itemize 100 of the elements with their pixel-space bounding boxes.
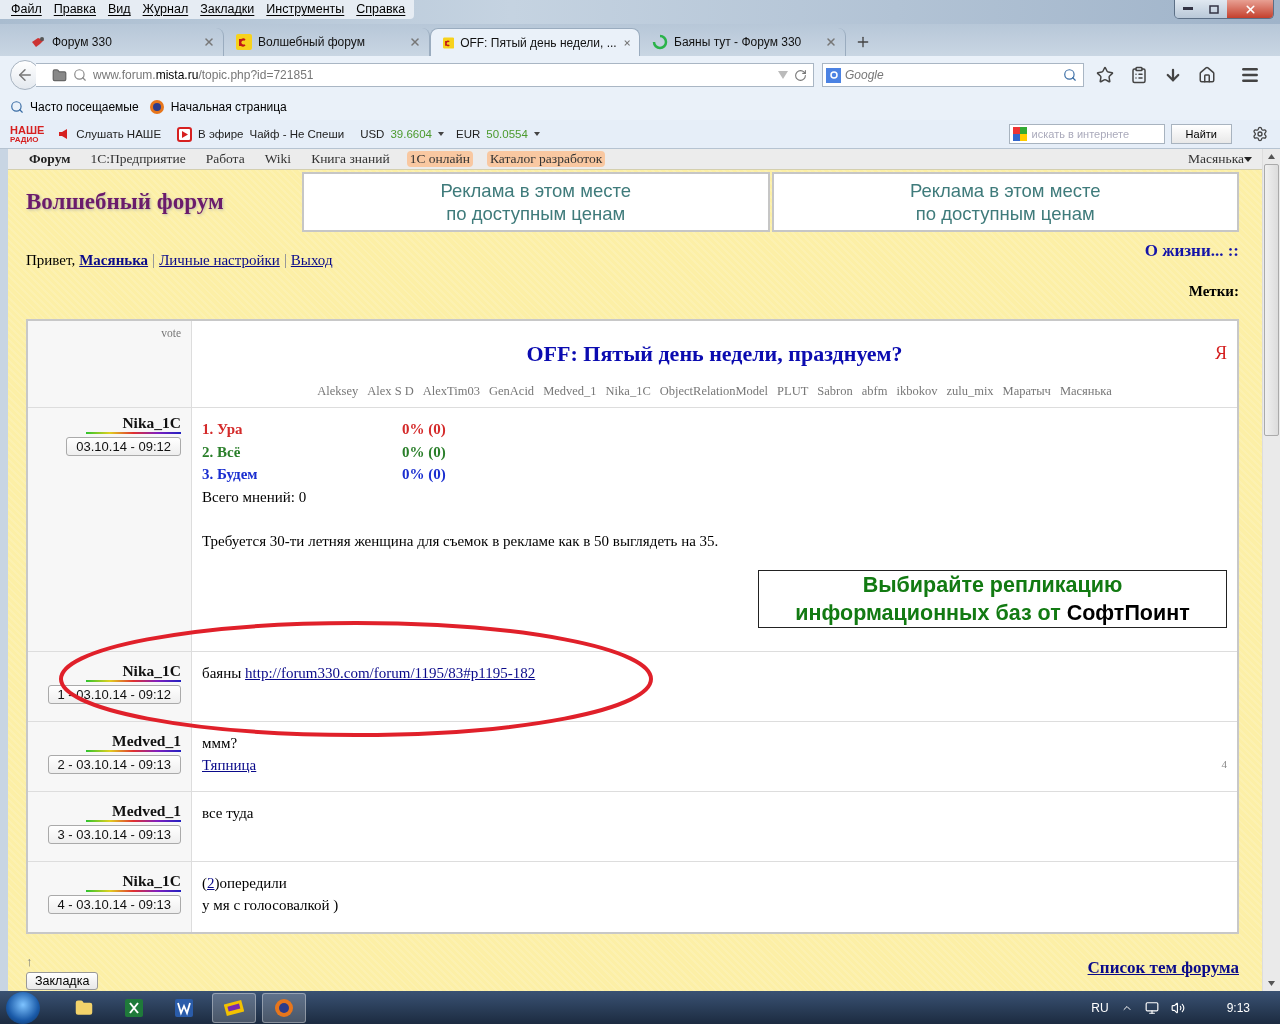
site-nav-link[interactable]: 1С онлайн	[406, 151, 473, 167]
participant-name[interactable]: ObjectRelationModel	[659, 384, 769, 399]
user-link[interactable]: Личные настройки	[159, 252, 280, 269]
post-text: )опередили	[214, 874, 287, 893]
author-name[interactable]: Nika_1C	[122, 662, 181, 680]
post-date[interactable]: 03.10.14 - 09:12	[66, 437, 181, 456]
bookmark-link[interactable]: Начальная страница	[170, 100, 287, 114]
participant-name[interactable]: ikbokov	[896, 384, 938, 399]
ad-banner[interactable]: Реклама в этом месте по доступным ценам	[302, 172, 770, 232]
site-nav-link[interactable]: 1С:Предприятие	[87, 151, 189, 167]
plus-icon	[855, 34, 871, 50]
participant-name[interactable]: Aleksey	[317, 384, 359, 399]
participant-name[interactable]: PLUT	[777, 384, 809, 399]
search-field[interactable]: Google	[822, 63, 1084, 87]
url-text: www.forum.mista.ru/topic.php?id=721851	[93, 68, 315, 82]
post-date[interactable]: 2 - 03.10.14 - 09:13	[47, 755, 181, 774]
volume-icon[interactable]	[1170, 1000, 1185, 1015]
participant-name[interactable]: Маратыч	[1002, 384, 1051, 399]
app-taskbar-icon[interactable]	[212, 992, 256, 1023]
forum-list-link[interactable]: Список тем форума	[1087, 958, 1239, 990]
ad-banner[interactable]: Выбирайте репликацию информационных баз от СофтПоинт	[758, 569, 1227, 628]
user-menu[interactable]: Масянька	[1188, 151, 1244, 167]
forum-title: Волшебный форум	[26, 189, 225, 215]
currency-name: EUR	[456, 128, 481, 140]
reload-icon[interactable]	[794, 68, 807, 82]
browser-tab[interactable]: OFF: Пятый день недели, ...	[430, 28, 640, 56]
maximize-button[interactable]	[1201, 0, 1227, 18]
site-nav-link[interactable]: Wiki	[261, 151, 295, 167]
start-button[interactable]	[6, 991, 40, 1024]
participant-name[interactable]: Medved_1	[543, 384, 597, 399]
participant-name[interactable]: GenAcid	[489, 384, 535, 399]
post-date[interactable]: 4 - 03.10.14 - 09:13	[47, 895, 181, 914]
menu-item[interactable]: Закладки	[195, 2, 260, 16]
post-link[interactable]: 2	[207, 872, 215, 894]
post-link[interactable]: Тяпница	[202, 754, 257, 776]
participant-name[interactable]: abfm	[861, 384, 888, 399]
menu-item[interactable]: Инструменты	[261, 2, 350, 16]
caret-icon[interactable]	[1244, 156, 1252, 162]
close-button[interactable]	[1227, 0, 1273, 18]
close-tab-icon[interactable]	[409, 36, 421, 48]
language-indicator[interactable]: RU	[1091, 1000, 1109, 1015]
user-link[interactable]: Выход	[290, 252, 333, 269]
username-link[interactable]: Масянька	[79, 252, 149, 269]
find-button[interactable]: Найти	[1170, 124, 1232, 144]
listen-link[interactable]: Слушать НАШЕ	[76, 128, 162, 140]
minimize-button[interactable]	[1175, 0, 1201, 18]
menu-item[interactable]: Вид	[102, 2, 136, 16]
bookmark-link[interactable]: Часто посещаемые	[30, 100, 139, 114]
tags-label: Метки:	[1188, 283, 1239, 300]
address-field[interactable]: www.forum.mista.ru/topic.php?id=721851	[36, 63, 814, 87]
dropdown-icon[interactable]	[438, 132, 444, 136]
poll-result: 0% (0)	[402, 465, 446, 484]
song-title: Чайф - Не Спеши	[249, 128, 345, 140]
participant-name[interactable]: Nika_1C	[605, 384, 651, 399]
ad-banner[interactable]: Реклама в этом месте по доступным ценам	[771, 172, 1239, 232]
scroll-up-icon[interactable]	[1268, 154, 1275, 159]
search-icon	[73, 68, 87, 82]
scrollbar[interactable]	[1262, 149, 1280, 991]
site-nav-link[interactable]: Книга знаний	[308, 151, 393, 167]
close-tab-icon[interactable]	[203, 36, 215, 48]
participant-name[interactable]: Масянька	[1059, 384, 1112, 399]
bookmark-button[interactable]: Закладка	[26, 972, 99, 990]
up-arrow-link[interactable]: ↑	[26, 954, 33, 970]
browser-taskbar-icon[interactable]	[262, 992, 306, 1023]
author-name[interactable]: Nika_1C	[122, 414, 181, 432]
menu-item[interactable]: Журнал	[137, 2, 194, 16]
poll-total: Всего мнений: 0	[202, 487, 307, 507]
language-mark[interactable]: Я	[1215, 343, 1227, 364]
radio-logo[interactable]: НАШЕ РАДИО	[10, 124, 45, 144]
on-air-label[interactable]: В эфире	[198, 128, 244, 140]
vote-label: vote	[161, 327, 181, 339]
participant-name[interactable]: Sabron	[817, 384, 853, 399]
dropdown-icon[interactable]	[533, 132, 540, 136]
post-link[interactable]: http://forum330.com/forum/1195/83#p1195-182	[245, 662, 536, 684]
post-text: ммм?	[202, 734, 238, 753]
post-text: Требуется 30-ти летняя женщина для съемок в рекламе как в 50 выглядеть на 35.	[202, 531, 719, 551]
close-tab-icon[interactable]	[825, 36, 837, 48]
scroll-down-icon[interactable]	[1268, 981, 1275, 986]
menu-item[interactable]: Справка	[351, 2, 411, 16]
participant-name[interactable]: zulu_mix	[946, 384, 994, 399]
participant-name[interactable]: AlexTim03	[422, 384, 480, 399]
menu-item[interactable]: Файл	[6, 2, 47, 16]
site-nav-link[interactable]: Работа	[202, 151, 248, 167]
post-date[interactable]: 3 - 03.10.14 - 09:13	[47, 825, 181, 844]
author-name[interactable]: Medved_1	[112, 802, 181, 820]
clock[interactable]: 9:13	[1226, 1000, 1250, 1015]
section-link[interactable]: О жизни... ::	[1144, 241, 1239, 261]
post-date[interactable]: 1 - 03.10.14 - 09:12	[47, 685, 181, 704]
greeting-text: Привет,	[26, 252, 76, 269]
search-engine-icon[interactable]	[1012, 127, 1029, 141]
author-name[interactable]: Nika_1C	[122, 872, 181, 890]
site-nav-link[interactable]: Каталог разработок	[487, 151, 606, 167]
search-icon[interactable]	[1063, 68, 1077, 82]
participant-name[interactable]: Alex S D	[367, 384, 414, 399]
folder-icon	[52, 67, 67, 83]
author-name[interactable]: Medved_1	[112, 732, 181, 750]
site-nav-link[interactable]: Форум	[26, 151, 74, 167]
post-text: баяны	[202, 664, 243, 683]
loading-spinner-icon	[652, 34, 668, 50]
menu-item[interactable]: Правка	[48, 2, 101, 16]
